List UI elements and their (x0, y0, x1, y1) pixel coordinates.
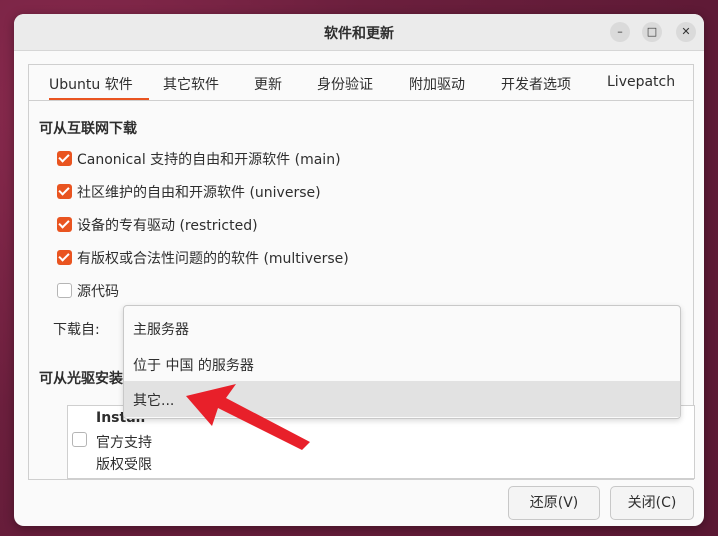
download-from-label: 下载自: (53, 322, 100, 338)
maximize-button[interactable]: □ (642, 22, 662, 42)
minimize-icon: – (617, 25, 623, 38)
red-arrow-shape (186, 384, 310, 450)
restricted-checkbox[interactable] (57, 217, 72, 232)
close-button[interactable]: 关闭(C) (610, 486, 694, 520)
tab-developer-options[interactable]: 开发者选项 (501, 74, 571, 94)
tab-other-software[interactable]: 其它软件 (163, 74, 219, 94)
source-code-checkbox[interactable] (57, 283, 72, 298)
universe-label: 社区维护的自由和开源软件 (universe) (77, 185, 321, 201)
revert-button[interactable]: 还原(V) (508, 486, 600, 520)
tab-updates[interactable]: 更新 (254, 74, 282, 94)
cdrom-checkbox[interactable] (72, 432, 87, 447)
software-updates-window: 软件和更新 – □ ✕ Ubuntu 软件 其它软件 更新 身份验证 附加驱动 … (14, 14, 704, 526)
red-arrow-annotation (186, 384, 310, 450)
server-option-main[interactable]: 主服务器 (124, 310, 680, 346)
ubuntu-software-panel: 可从互联网下载 Canonical 支持的自由和开源软件 (main) 社区维护… (28, 100, 695, 480)
server-option-china[interactable]: 位于 中国 的服务器 (124, 346, 680, 382)
multiverse-checkbox[interactable] (57, 250, 72, 265)
install-restricted-line: 版权受限 (96, 457, 152, 473)
maximize-icon: □ (646, 25, 658, 38)
window-title: 软件和更新 (324, 26, 394, 42)
server-option-other-label: 其它... (133, 393, 175, 409)
main-label: Canonical 支持的自由和开源软件 (main) (77, 152, 341, 168)
tab-ubuntu-software[interactable]: Ubuntu 软件 (49, 74, 133, 94)
universe-checkbox[interactable] (57, 184, 72, 199)
tab-livepatch[interactable]: Livepatch (607, 74, 675, 90)
cdrom-section-title: 可从光驱安装 (39, 371, 123, 387)
multiverse-label: 有版权或合法性问题的的软件 (multiverse) (77, 251, 349, 267)
server-option-china-label: 位于 中国 的服务器 (133, 358, 254, 374)
source-code-label: 源代码 (77, 284, 119, 300)
tab-bar: Ubuntu 软件 其它软件 更新 身份验证 附加驱动 开发者选项 Livepa… (28, 64, 694, 101)
install-support-line: 官方支持 (96, 435, 152, 451)
main-checkbox[interactable] (57, 151, 72, 166)
tab-additional-drivers[interactable]: 附加驱动 (409, 74, 465, 94)
internet-section-title: 可从互联网下载 (39, 121, 137, 137)
server-option-main-label: 主服务器 (133, 322, 189, 338)
close-icon: ✕ (681, 25, 691, 38)
close-window-button[interactable]: ✕ (676, 22, 696, 42)
restricted-label: 设备的专有驱动 (restricted) (77, 218, 258, 234)
minimize-button[interactable]: – (610, 22, 630, 42)
title-bar: 软件和更新 – □ ✕ (14, 14, 704, 51)
tab-authentication[interactable]: 身份验证 (317, 74, 373, 94)
